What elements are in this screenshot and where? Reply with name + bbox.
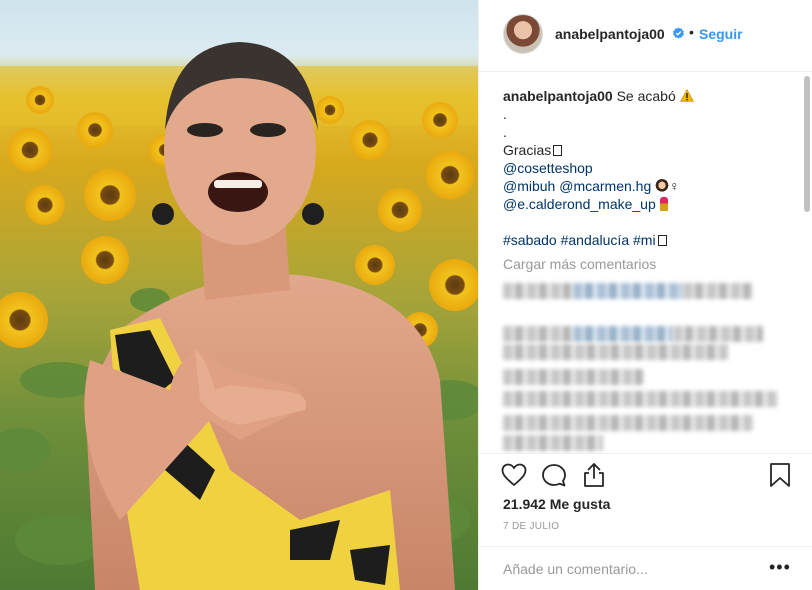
hashtag-link[interactable]: #sabado <box>503 232 557 248</box>
photo-illustration <box>0 42 478 590</box>
hashtag-link[interactable]: #mi <box>633 232 656 248</box>
comment-icon[interactable] <box>541 463 567 488</box>
blurred-comment <box>503 283 573 299</box>
post-header: anabelpantoja00 • Seguir <box>479 0 812 72</box>
caption-username[interactable]: anabelpantoja00 <box>503 88 613 104</box>
likes-count[interactable]: 21.942 Me gusta <box>503 496 610 512</box>
female-sign: ♀ <box>669 178 680 194</box>
mention-link[interactable]: @mibuh <box>503 178 555 194</box>
add-comment-bar: Añade un comentario... ••• <box>479 546 812 590</box>
blurred-comment <box>683 283 753 299</box>
blurred-comment <box>503 326 573 342</box>
blurred-comment <box>673 326 763 342</box>
post-photo[interactable] <box>0 0 478 590</box>
blurred-comment <box>503 369 643 385</box>
more-options-button[interactable]: ••• <box>769 557 791 578</box>
hashtag-link[interactable]: #andalucía <box>561 232 630 248</box>
blurred-comment <box>503 391 778 407</box>
caption-text: Se acabó <box>616 88 676 104</box>
missing-glyph-icon <box>657 235 667 246</box>
post-caption: anabelpantoja00 Se acabó . . Gracias @co… <box>503 87 793 249</box>
verified-badge-icon <box>673 27 684 39</box>
share-icon[interactable] <box>582 462 606 488</box>
warning-icon <box>679 89 694 102</box>
lipstick-emoji-icon <box>659 197 668 211</box>
bookmark-icon[interactable] <box>769 462 791 488</box>
separator-dot: • <box>689 24 694 40</box>
follow-button[interactable]: Seguir <box>699 26 743 42</box>
woman-emoji-icon <box>655 179 670 193</box>
post-date: 7 DE JULIO <box>503 521 560 532</box>
post-actions: 21.942 Me gusta 7 DE JULIO Añade un come… <box>479 453 812 590</box>
comment-input[interactable]: Añade un comentario... <box>503 561 753 577</box>
blurred-comment <box>573 283 683 299</box>
load-more-comments[interactable]: Cargar más comentarios <box>503 256 656 272</box>
blurred-comment <box>503 415 753 431</box>
missing-glyph-icon <box>553 145 563 156</box>
post-side-panel: anabelpantoja00 • Seguir anabelpantoja00… <box>478 0 812 590</box>
heart-icon[interactable] <box>501 463 527 487</box>
mention-link[interactable]: @mcarmen.hg <box>559 178 651 194</box>
blurred-comment <box>503 344 728 360</box>
blurred-comment <box>573 326 673 342</box>
avatar[interactable] <box>503 14 543 54</box>
caption-dot-line: . <box>503 106 507 122</box>
comments-area[interactable]: anabelpantoja00 Se acabó . . Gracias @co… <box>479 73 812 453</box>
blurred-comment <box>503 435 603 451</box>
header-username[interactable]: anabelpantoja00 <box>555 26 665 42</box>
caption-dot-line: . <box>503 124 507 140</box>
mention-link[interactable]: @cosetteshop <box>503 160 593 176</box>
scrollbar[interactable] <box>804 76 810 212</box>
caption-thanks: Gracias <box>503 142 552 158</box>
mention-link[interactable]: @e.calderond_make_up <box>503 196 656 212</box>
